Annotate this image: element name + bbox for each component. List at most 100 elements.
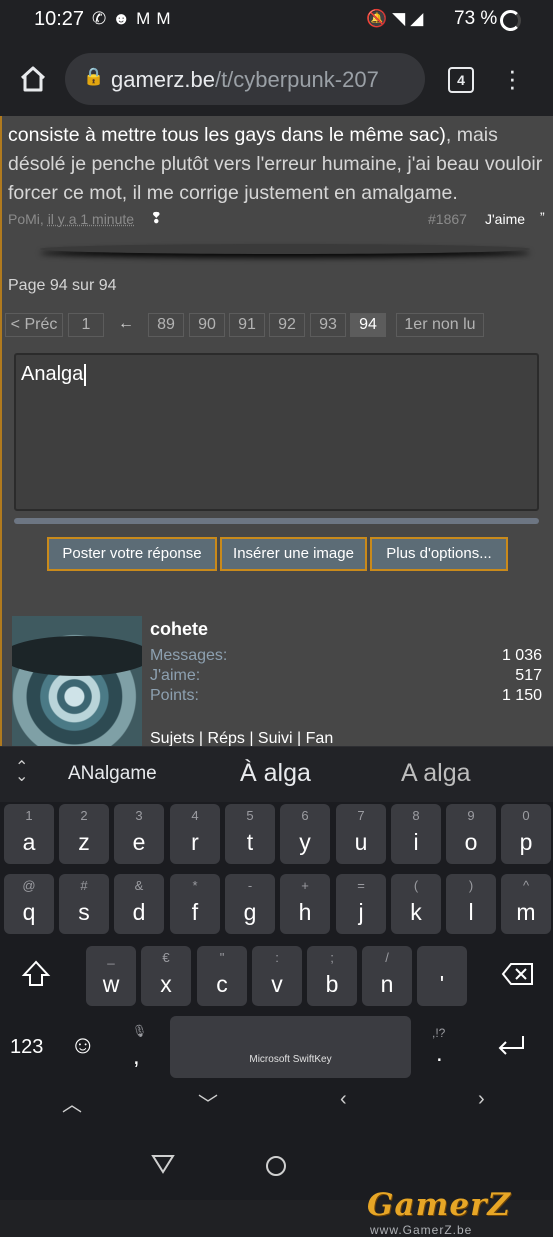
key-char: o <box>464 829 478 855</box>
key-hint: 6 <box>301 808 309 823</box>
key-m[interactable]: ^ m <box>501 874 551 934</box>
comma-key[interactable]: , <box>133 1043 140 1071</box>
suggestion-1[interactable]: ANalgame <box>68 763 157 785</box>
reply-textarea[interactable]: Analga <box>14 353 539 511</box>
prev-page-link[interactable]: < Préc <box>5 313 63 337</box>
more-options-button[interactable]: Plus d'options... <box>370 537 508 571</box>
page-link-92[interactable]: 92 <box>269 313 305 337</box>
post-separator <box>40 244 530 254</box>
expand-toolbar-icon[interactable]: ⌃ ⌄ <box>15 760 28 785</box>
suggestion-3[interactable]: A alga <box>401 759 471 788</box>
key-j[interactable]: = j <box>336 874 386 934</box>
numbers-key[interactable]: 123 <box>10 1036 43 1059</box>
username[interactable]: cohete <box>150 619 208 640</box>
tab-switcher-button[interactable]: 4 <box>448 67 474 93</box>
key-n[interactable]: / n <box>362 946 412 1006</box>
key-hint: ; <box>330 950 334 965</box>
key-char: a <box>22 829 36 855</box>
key-a[interactable]: 1a <box>4 804 54 864</box>
key-h[interactable]: + h <box>280 874 330 934</box>
post-time[interactable]: il y a 1 minute <box>48 211 134 227</box>
page-link-90[interactable]: 90 <box>189 313 225 337</box>
home-icon[interactable] <box>18 64 48 94</box>
key-hint: 3 <box>135 808 143 823</box>
cursor-up-icon[interactable]: ︿ <box>62 1088 82 1117</box>
insert-image-button[interactable]: Insérer une image <box>220 537 367 571</box>
shift-key[interactable] <box>16 958 56 998</box>
key-y[interactable]: 6y <box>280 804 330 864</box>
key-d[interactable]: & d <box>114 874 164 934</box>
bulb-icon[interactable]: ❢ <box>150 209 163 227</box>
gmail-icon: M <box>156 9 177 28</box>
key-char: i <box>413 829 419 855</box>
enter-key[interactable] <box>495 1033 527 1064</box>
key-apostrophe[interactable]: ' <box>417 946 467 1006</box>
key-q[interactable]: @ q <box>4 874 54 934</box>
backspace-icon <box>501 963 533 985</box>
page-link-89[interactable]: 89 <box>148 313 184 337</box>
textarea-resize-handle[interactable] <box>14 518 539 524</box>
stat-value-likes: 517 <box>515 667 542 684</box>
post-number[interactable]: #1867 <box>428 211 467 227</box>
home-circle-icon[interactable] <box>264 1154 288 1178</box>
post-body: consiste à mettre tous les gays dans le … <box>8 121 548 208</box>
battery-level: 73 % <box>454 8 498 29</box>
key-i[interactable]: 8i <box>391 804 441 864</box>
key-hint: + <box>301 878 309 893</box>
space-bar[interactable]: Microsoft SwiftKey <box>170 1016 411 1078</box>
key-char: w <box>102 971 120 997</box>
key-b[interactable]: ; b <box>307 946 357 1006</box>
key-r[interactable]: 4r <box>170 804 220 864</box>
key-t[interactable]: 5t <box>225 804 275 864</box>
suggestion-2[interactable]: À alga <box>240 759 311 788</box>
cursor-right-icon[interactable]: › <box>478 1088 485 1111</box>
text-caret <box>84 363 86 386</box>
url-path: /t/cyberpunk-207 <box>214 67 379 92</box>
cursor-left-icon[interactable]: ‹ <box>340 1088 347 1111</box>
key-hint: 1 <box>25 808 33 823</box>
emoji-icon[interactable]: ☺ <box>70 1031 96 1060</box>
key-x[interactable]: € x <box>141 946 191 1006</box>
quote-button[interactable]: ” <box>540 209 545 225</box>
overflow-menu-icon[interactable]: · · · <box>508 57 517 99</box>
key-v[interactable]: :v <box>252 946 302 1006</box>
user-links[interactable]: Sujets | Réps | Suivi | Fan <box>150 730 333 746</box>
period-key[interactable]: . <box>436 1040 443 1068</box>
address-bar[interactable]: 🔒 gamerz.be/t/cyberpunk-207 <box>65 53 425 105</box>
post-reply-button[interactable]: Poster votre réponse <box>47 537 217 571</box>
key-hint: # <box>80 878 88 893</box>
url-host: gamerz.be <box>111 67 215 92</box>
key-char: p <box>519 829 533 855</box>
page-link-93[interactable]: 93 <box>310 313 346 337</box>
page-link-1[interactable]: 1 <box>68 313 104 337</box>
key-p[interactable]: 0p <box>501 804 551 864</box>
avatar[interactable] <box>12 616 142 746</box>
key-char: q <box>22 899 36 925</box>
key-char: k <box>410 899 422 925</box>
key-k[interactable]: (k <box>391 874 441 934</box>
key-z[interactable]: 2z <box>59 804 109 864</box>
notification-icons: ✆☻MM <box>92 9 176 29</box>
key-l[interactable]: ) l <box>446 874 496 934</box>
page-link-current: 94 <box>350 313 386 337</box>
reply-text: Analga <box>21 363 84 385</box>
key-char: g <box>243 899 257 925</box>
key-e[interactable]: 3e <box>114 804 164 864</box>
key-u[interactable]: 7u <box>336 804 386 864</box>
key-char: x <box>160 971 172 997</box>
key-w[interactable]: _ w <box>86 946 136 1006</box>
stat-value-messages: 1 036 <box>501 647 542 664</box>
first-unread-link[interactable]: 1er non lu <box>396 313 484 337</box>
key-c[interactable]: " c <box>197 946 247 1006</box>
backspace-key[interactable] <box>498 958 538 998</box>
stat-label-likes: J'aime: <box>150 667 201 684</box>
key-o[interactable]: 9o <box>446 804 496 864</box>
page-link-91[interactable]: 91 <box>229 313 265 337</box>
cursor-down-icon[interactable]: ﹀ <box>198 1088 218 1117</box>
back-triangle-icon[interactable] <box>150 1152 176 1176</box>
like-button[interactable]: J'aime <box>485 211 525 227</box>
key-f[interactable]: * f <box>170 874 220 934</box>
key-g[interactable]: -g <box>225 874 275 934</box>
key-s[interactable]: # s <box>59 874 109 934</box>
post-author[interactable]: PoMi <box>8 211 40 227</box>
